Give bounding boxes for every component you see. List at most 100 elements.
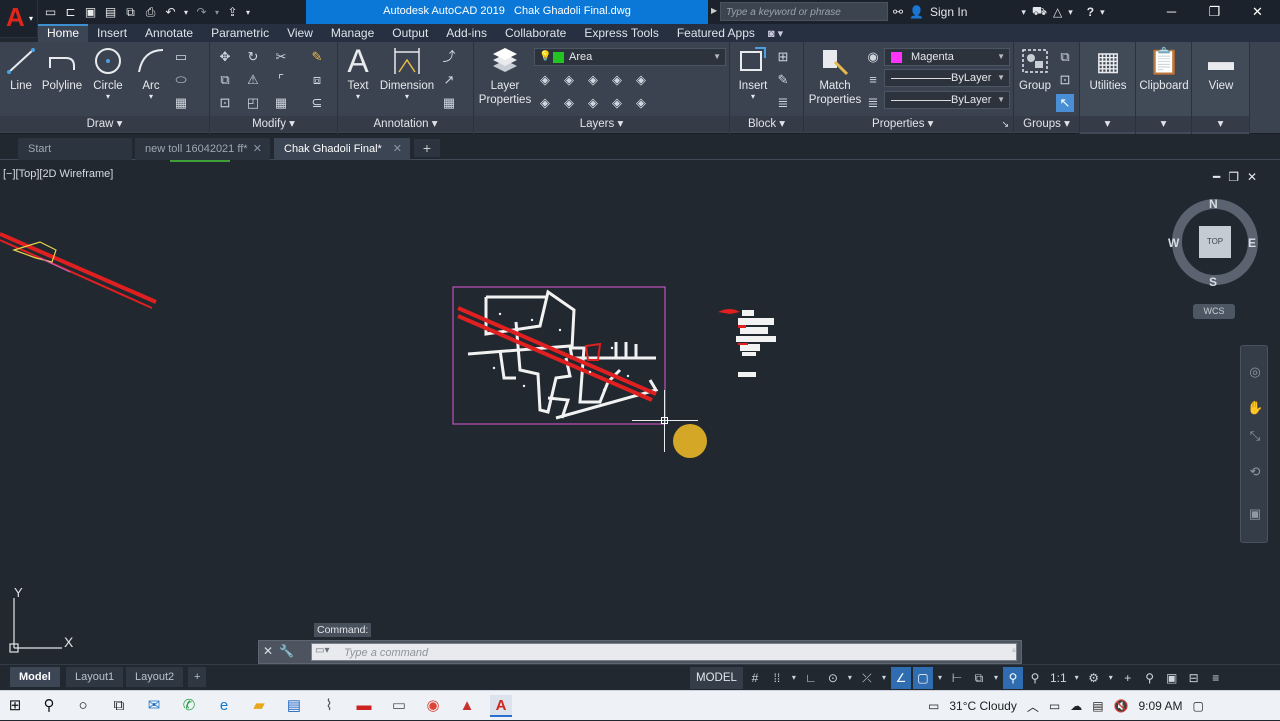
layer-tool-icon[interactable]: ◈	[608, 71, 626, 89]
annotation-visibility-icon[interactable]: ⚲	[1002, 667, 1023, 689]
chevron-down-icon[interactable]: ▾	[378, 93, 436, 101]
tab-home[interactable]: Home	[38, 24, 89, 42]
view-button[interactable]: ▬ View	[1192, 46, 1250, 93]
layout-tab-layout2[interactable]: Layout2	[126, 667, 184, 687]
chevron-down-icon[interactable]: ▾	[1136, 116, 1191, 132]
draw-panel-title[interactable]: Draw ▾	[0, 116, 209, 132]
mirror-icon[interactable]: ⚠	[244, 71, 262, 89]
monitor-icon[interactable]: ▭	[388, 695, 410, 717]
chevron-down-icon[interactable]: ▾	[1106, 667, 1116, 689]
notifications-icon[interactable]: ▢	[1193, 699, 1204, 713]
tab-manage[interactable]: Manage	[322, 24, 383, 42]
plus-icon[interactable]: +	[1118, 667, 1138, 689]
layer-tool-icon[interactable]: ◈	[536, 71, 554, 89]
showmotion-icon[interactable]: ▣	[1247, 506, 1263, 522]
lineweight-toggle-icon[interactable]: ⊢	[947, 667, 967, 689]
tab-view[interactable]: View	[278, 24, 322, 42]
tab-annotate[interactable]: Annotate	[136, 24, 202, 42]
binoculars-icon[interactable]: ⚯	[893, 5, 903, 19]
chevron-down-icon[interactable]: ▾	[732, 93, 774, 101]
caret-right-icon[interactable]: ▶	[711, 6, 717, 15]
chevron-down-icon[interactable]: ▾	[132, 93, 170, 101]
array-icon[interactable]: ▦	[272, 94, 290, 112]
redo-dropdown-icon[interactable]: ▾	[213, 4, 221, 21]
fillet-icon[interactable]: ⌜	[272, 71, 290, 89]
rotate-icon[interactable]: ↻	[244, 48, 262, 66]
grid-icon[interactable]: #	[745, 667, 765, 689]
print-icon[interactable]: ⎙	[142, 4, 159, 21]
compass-west[interactable]: W	[1168, 236, 1179, 250]
lineweight-dropdown[interactable]: ByLayer ▼	[884, 91, 1010, 109]
move-icon[interactable]: ✥	[216, 48, 234, 66]
chevron-down-icon[interactable]: ▾	[845, 667, 855, 689]
chevron-down-icon[interactable]: ▾	[340, 93, 376, 101]
layout-tab-layout1[interactable]: Layout1	[66, 667, 124, 687]
windows-start-icon[interactable]: ⊞	[4, 695, 26, 717]
annotation-panel-title[interactable]: Annotation ▾	[338, 116, 473, 132]
pdf-reader-icon[interactable]: ▲	[456, 695, 478, 717]
chevron-down-icon[interactable]: ▾	[1100, 7, 1105, 18]
undo-icon[interactable]: ↶	[162, 4, 179, 21]
steering-wheel-icon[interactable]: ◎	[1247, 364, 1263, 380]
compass-north[interactable]: N	[1209, 197, 1218, 211]
stretch-icon[interactable]: ⊡	[216, 94, 234, 112]
cortana-icon[interactable]: ○	[72, 695, 94, 717]
doc-tab-new-toll[interactable]: new toll 16042021 ff* ✕	[135, 138, 270, 160]
weather-text[interactable]: 31°C Cloudy	[949, 699, 1017, 713]
close-icon[interactable]: ✕	[393, 138, 402, 160]
layer-tool-icon[interactable]: ◈	[632, 71, 650, 89]
groups-panel-title[interactable]: Groups ▾	[1014, 116, 1079, 132]
tab-insert[interactable]: Insert	[88, 24, 136, 42]
help-icon[interactable]: ?	[1087, 5, 1094, 19]
isolate-objects-icon[interactable]: ⚲	[1140, 667, 1160, 689]
command-prompt-icon[interactable]: ▭▾	[315, 645, 329, 656]
doc-tab-chak-ghadoli[interactable]: Chak Ghadoli Final* ✕	[274, 138, 410, 160]
annotation-scale[interactable]: 1:1	[1047, 667, 1070, 689]
minimize-icon[interactable]: ─	[1150, 0, 1193, 24]
new-tab-plus-icon[interactable]: +	[414, 139, 440, 157]
selection-cycling-icon[interactable]: ⧉	[969, 667, 989, 689]
network-tool-icon[interactable]: ⌇	[318, 695, 340, 717]
whatsapp-icon[interactable]: ✆	[178, 695, 200, 717]
open-folder-icon[interactable]: ⊏	[62, 4, 79, 21]
redo-icon[interactable]: ↷	[193, 4, 210, 21]
restore-icon[interactable]: ❐	[1193, 0, 1236, 24]
wcs-menu[interactable]: WCS	[1193, 304, 1235, 319]
explode-icon[interactable]: ⧈	[308, 71, 326, 89]
linear-icon[interactable]: ↗	[440, 71, 458, 89]
layer-tool-icon[interactable]: ◈	[536, 94, 554, 112]
viewcube-top-face[interactable]: TOP	[1199, 226, 1231, 258]
zoom-extents-icon[interactable]: ⤡	[1247, 428, 1263, 444]
viewport-controls-label[interactable]: [−][Top][2D Wireframe]	[3, 168, 113, 180]
undo-dropdown-icon[interactable]: ▾	[182, 4, 190, 21]
caret-up-icon[interactable]: ▲	[1010, 645, 1018, 654]
new-file-icon[interactable]: ▭	[42, 4, 59, 21]
chevron-down-icon[interactable]: ▾	[991, 667, 1001, 689]
layer-tool-icon[interactable]: ◈	[560, 94, 578, 112]
tab-parametric[interactable]: Parametric	[202, 24, 278, 42]
view-panel[interactable]: ▬ View ▾	[1192, 42, 1250, 134]
utilities-panel[interactable]: ▦ Utilities ▾	[1080, 42, 1136, 134]
object-snap-tracking-icon[interactable]: ∠	[890, 667, 911, 689]
edge-icon[interactable]: e	[213, 695, 235, 717]
minimize-icon[interactable]: ━	[1213, 170, 1220, 184]
leader-icon[interactable]: ⤴	[440, 48, 458, 66]
chevron-down-icon[interactable]: ▾	[1068, 7, 1073, 18]
edit-block-icon[interactable]: ✎	[774, 71, 792, 89]
close-icon[interactable]: ✕	[1247, 170, 1257, 184]
ellipse-icon[interactable]: ⬭	[172, 71, 190, 89]
search-icon[interactable]: ⚲	[38, 695, 60, 717]
file-explorer-icon[interactable]: ▰	[248, 695, 270, 717]
isodraft-icon[interactable]: ⤫	[857, 667, 877, 689]
model-space-button[interactable]: MODEL	[690, 667, 743, 689]
insert-button[interactable]: Insert ▾	[732, 46, 774, 101]
share-icon[interactable]: ⇪	[224, 4, 241, 21]
clipboard-button[interactable]: 📋 Clipboard	[1136, 46, 1192, 93]
cloud-save-icon[interactable]: ⧉	[122, 4, 139, 21]
layout-tab-model[interactable]: Model	[10, 667, 60, 687]
clean-screen-icon[interactable]: ⊟	[1184, 667, 1204, 689]
polyline-button[interactable]: Polyline	[40, 46, 84, 93]
close-icon[interactable]: ✕	[253, 138, 262, 160]
hardware-acceleration-icon[interactable]: ▣	[1162, 667, 1182, 689]
customization-menu-icon[interactable]: ≡	[1206, 667, 1226, 689]
